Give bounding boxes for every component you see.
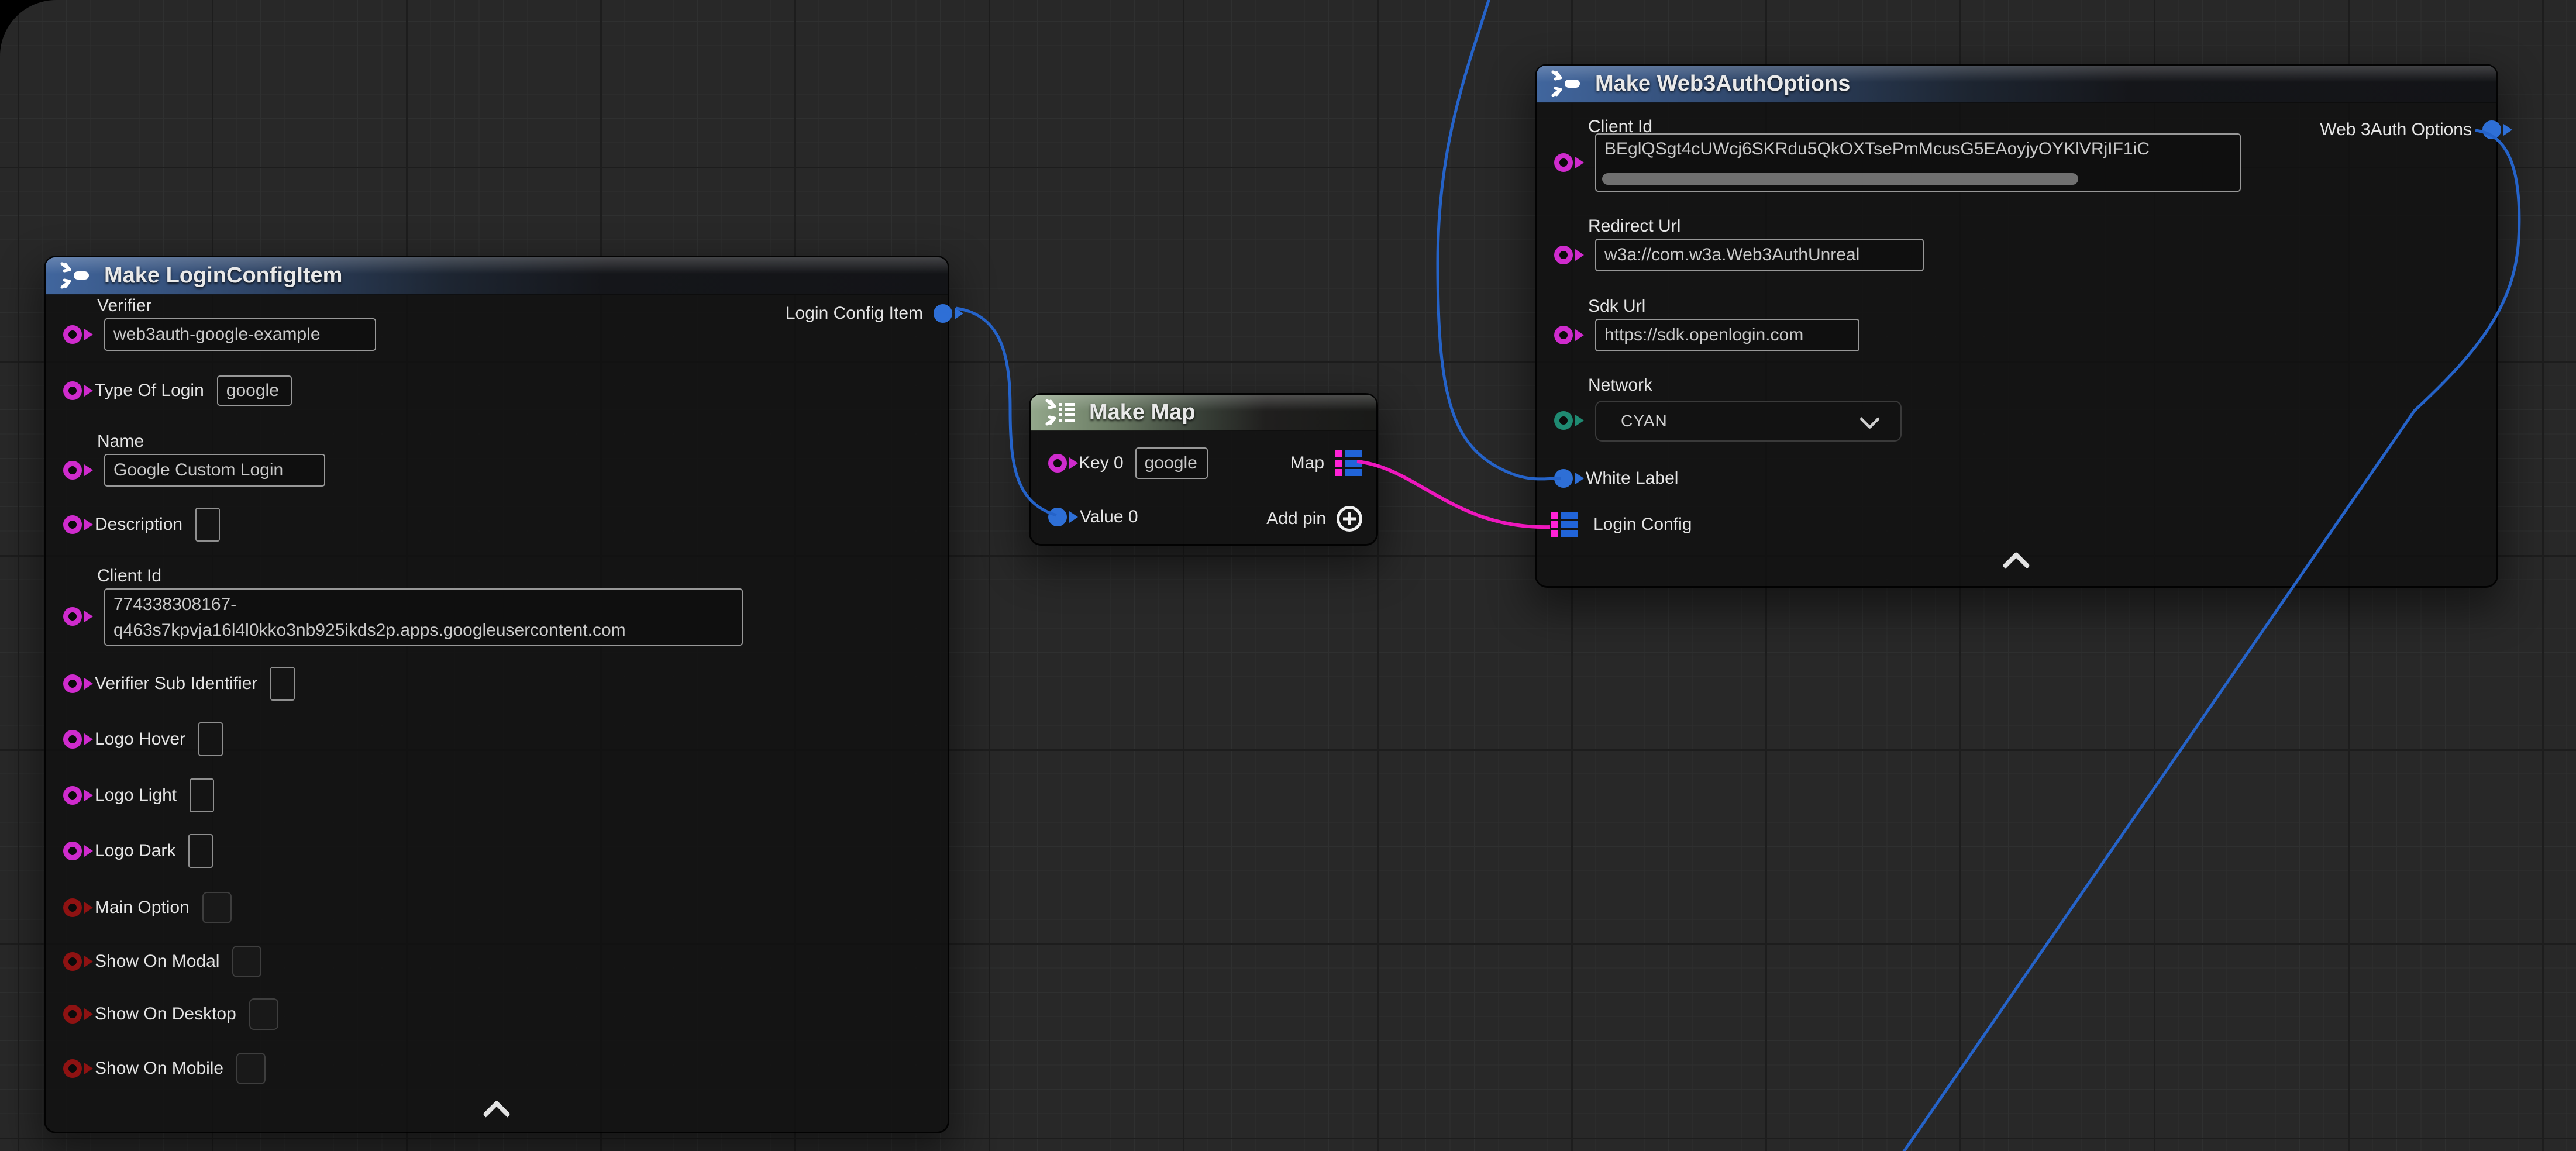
- key0-label: Key 0: [1079, 453, 1124, 473]
- white-label-pin[interactable]: [1554, 469, 1573, 488]
- show-on-modal-label: Show On Modal: [95, 952, 219, 971]
- show-on-desktop-label: Show On Desktop: [95, 1004, 236, 1024]
- logo-light-label: Logo Light: [95, 785, 177, 805]
- output-row-login-config-item: Login Config Item: [786, 301, 952, 326]
- sdk-url-input[interactable]: https://sdk.openlogin.com: [1595, 319, 1859, 351]
- network-dropdown[interactable]: CYAN: [1595, 401, 1902, 442]
- collapse-node-chevron-icon[interactable]: [2002, 552, 2030, 580]
- client-id-pin[interactable]: [1554, 153, 1573, 172]
- show-on-mobile-pin[interactable]: [63, 1059, 82, 1078]
- client-id-input[interactable]: 774338308167-q463s7kpvja16l4l0kko3nb925i…: [104, 588, 743, 646]
- type-of-login-pin[interactable]: [63, 381, 82, 400]
- logo-dark-pin[interactable]: [63, 842, 82, 860]
- network-selected-value: CYAN: [1621, 412, 1668, 430]
- logo-hover-input[interactable]: [198, 722, 223, 756]
- web3auth-options-output-pin[interactable]: [2482, 120, 2501, 139]
- value0-pin[interactable]: [1048, 508, 1067, 526]
- client-id-label: Client Id: [97, 566, 161, 586]
- value0-label: Value 0: [1080, 507, 1138, 527]
- verifier-label: Verifier: [97, 296, 151, 316]
- main-option-label: Main Option: [95, 898, 190, 918]
- node-header-make-web3authoptions[interactable]: Make Web3AuthOptions: [1537, 66, 2496, 103]
- output-row-web3auth-options: Web 3Auth Options: [2320, 117, 2501, 143]
- map-output-pin[interactable]: [1335, 450, 1362, 476]
- node-header-make-map[interactable]: Make Map: [1031, 395, 1376, 431]
- wire-map-to-loginconfig[interactable]: [1357, 461, 1550, 527]
- verifier-pin[interactable]: [63, 325, 82, 344]
- make-struct-icon: [1549, 70, 1583, 97]
- main-option-checkbox[interactable]: [202, 892, 232, 923]
- login-config-pin[interactable]: [1551, 512, 1578, 537]
- make-map-icon: [1044, 399, 1077, 426]
- node-title: Make LoginConfigItem: [104, 263, 342, 288]
- login-config-label: Login Config: [1593, 515, 1692, 535]
- logo-dark-label: Logo Dark: [95, 841, 175, 861]
- network-label: Network: [1588, 375, 1652, 395]
- logo-light-input[interactable]: [190, 778, 214, 812]
- main-option-pin[interactable]: [63, 898, 82, 917]
- white-label-label: White Label: [1586, 468, 1678, 488]
- key0-input[interactable]: google: [1135, 447, 1208, 479]
- make-struct-icon: [58, 262, 92, 289]
- client-id-input[interactable]: BEglQSgt4cUWcj6SKRdu5QkOXTsePmMcusG5EAoy…: [1595, 133, 2241, 192]
- verifier-sub-identifier-label: Verifier Sub Identifier: [95, 674, 257, 694]
- verifier-sub-identifier-pin[interactable]: [63, 674, 82, 693]
- name-label: Name: [97, 432, 144, 452]
- redirect-url-pin[interactable]: [1554, 246, 1573, 264]
- client-id-value: BEglQSgt4cUWcj6SKRdu5QkOXTsePmMcusG5EAoy…: [1604, 139, 2150, 159]
- show-on-desktop-checkbox[interactable]: [249, 998, 278, 1030]
- description-input[interactable]: [195, 508, 220, 542]
- sdk-url-pin[interactable]: [1554, 326, 1573, 344]
- logo-hover-pin[interactable]: [63, 730, 82, 749]
- logo-light-pin[interactable]: [63, 786, 82, 805]
- add-pin-plus-icon[interactable]: [1337, 506, 1362, 532]
- client-id-pin[interactable]: [63, 607, 82, 626]
- show-on-mobile-label: Show On Mobile: [95, 1059, 223, 1078]
- verifier-input[interactable]: web3auth-google-example: [104, 318, 376, 351]
- redirect-url-input[interactable]: w3a://com.w3a.Web3AuthUnreal: [1595, 239, 1924, 271]
- type-of-login-label: Type Of Login: [95, 381, 204, 401]
- type-of-login-input[interactable]: google: [217, 375, 292, 406]
- blueprint-graph-canvas[interactable]: Make LoginConfigItem Login Config Item V…: [0, 0, 2576, 1151]
- client-id-hscrollbar[interactable]: [1602, 173, 2078, 185]
- chevron-down-icon: [1859, 409, 1880, 429]
- description-pin[interactable]: [63, 515, 82, 534]
- name-input[interactable]: Google Custom Login: [104, 454, 325, 487]
- name-pin[interactable]: [63, 461, 82, 480]
- show-on-desktop-pin[interactable]: [63, 1005, 82, 1024]
- verifier-sub-identifier-input[interactable]: [270, 667, 295, 701]
- map-output-label: Map: [1290, 453, 1324, 473]
- logo-hover-label: Logo Hover: [95, 729, 185, 749]
- node-make-map[interactable]: Make Map Key 0 google Map Value 0 Add pi…: [1031, 395, 1376, 544]
- sdk-url-label: Sdk Url: [1588, 297, 1645, 316]
- node-make-web3authoptions[interactable]: Make Web3AuthOptions Web 3Auth Options C…: [1537, 66, 2496, 586]
- output-pin-label: Web 3Auth Options: [2320, 120, 2472, 140]
- key0-pin[interactable]: [1048, 454, 1067, 473]
- collapse-node-chevron-icon[interactable]: [483, 1100, 511, 1128]
- logo-dark-input[interactable]: [188, 834, 213, 868]
- show-on-modal-pin[interactable]: [63, 952, 82, 971]
- login-config-item-output-pin[interactable]: [934, 304, 952, 323]
- node-title: Make Web3AuthOptions: [1595, 71, 1850, 97]
- show-on-modal-checkbox[interactable]: [232, 946, 261, 977]
- network-pin[interactable]: [1554, 411, 1573, 430]
- show-on-mobile-checkbox[interactable]: [236, 1053, 266, 1084]
- description-label: Description: [95, 515, 182, 535]
- node-make-loginconfigitem[interactable]: Make LoginConfigItem Login Config Item V…: [46, 257, 948, 1132]
- redirect-url-label: Redirect Url: [1588, 216, 1680, 236]
- node-title: Make Map: [1089, 400, 1196, 425]
- output-pin-label: Login Config Item: [786, 304, 923, 323]
- add-pin-label: Add pin: [1266, 509, 1326, 529]
- node-header-make-loginconfigitem[interactable]: Make LoginConfigItem: [46, 257, 948, 295]
